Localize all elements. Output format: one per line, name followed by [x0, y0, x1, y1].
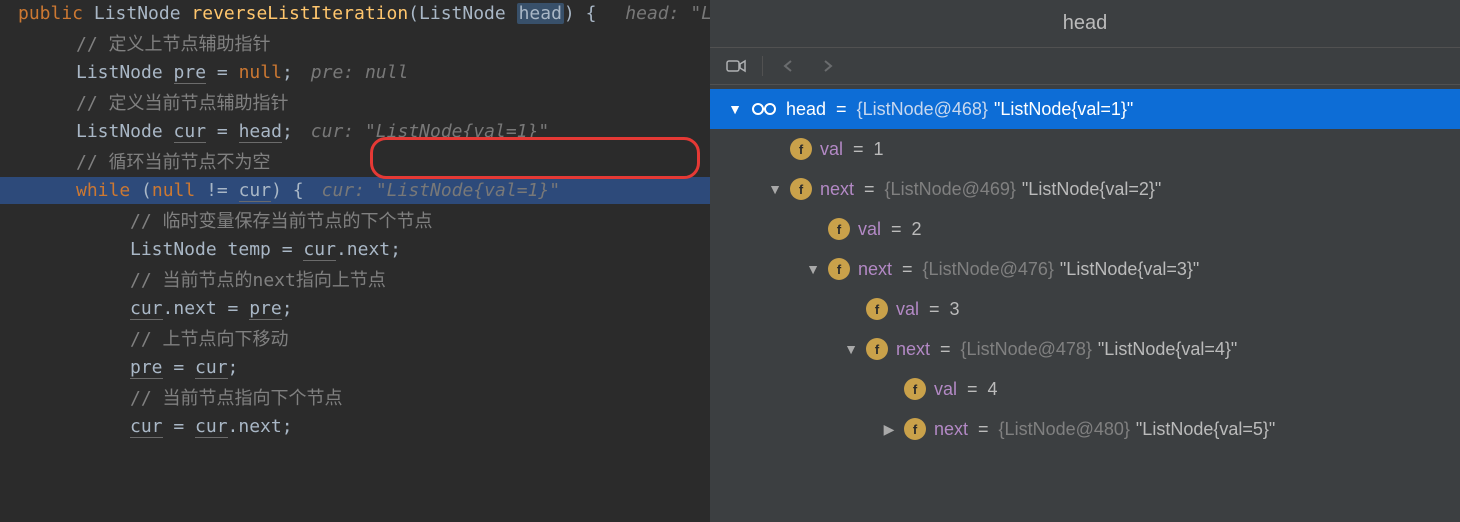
expand-icon[interactable]: ▼: [766, 181, 784, 197]
code-line: ListNode cur = head;cur: "ListNode{val=1…: [0, 118, 710, 145]
code-line: // 当前节点的next指向上节点: [0, 263, 710, 295]
code-editor[interactable]: public ListNode reverseListIteration(Lis…: [0, 0, 710, 522]
code-line: // 循环当前节点不为空: [0, 145, 710, 177]
code-line: cur = cur.next;: [0, 413, 710, 440]
return-type: ListNode: [94, 3, 181, 24]
code-line: while (null != cur) {cur: "ListNode{val=…: [0, 177, 710, 204]
param-name: head: [517, 3, 564, 24]
tree-row[interactable]: fval=3: [710, 289, 1460, 329]
field-icon: f: [828, 258, 850, 280]
field-icon: f: [828, 218, 850, 240]
code-line: ListNode temp = cur.next;: [0, 236, 710, 263]
inline-hint: head: "ListNode{val=1}": [625, 3, 710, 24]
back-icon: [777, 54, 801, 78]
debugger-variables-panel: head ▼head={ListNode@468} "ListNode{val=…: [710, 0, 1460, 522]
tree-row[interactable]: fval=1: [710, 129, 1460, 169]
field-icon: f: [904, 418, 926, 440]
debug-toolbar: [710, 47, 1460, 85]
code-line: // 定义当前节点辅助指针: [0, 86, 710, 118]
code-line: // 上节点向下移动: [0, 322, 710, 354]
method-name: reverseListIteration: [191, 3, 408, 24]
field-icon: f: [866, 298, 888, 320]
code-line: ListNode pre = null;pre: null: [0, 59, 710, 86]
expand-icon[interactable]: ▶: [880, 421, 898, 438]
tree-row[interactable]: fval=2: [710, 209, 1460, 249]
code-line: pre = cur;: [0, 354, 710, 381]
tree-row[interactable]: ▶fnext={ListNode@480} "ListNode{val=5}": [710, 409, 1460, 449]
code-line: cur.next = pre;: [0, 295, 710, 322]
forward-icon: [815, 54, 839, 78]
expand-icon[interactable]: ▼: [726, 101, 744, 117]
new-watch-icon[interactable]: [724, 54, 748, 78]
field-icon: f: [790, 138, 812, 160]
expand-icon[interactable]: ▼: [842, 341, 860, 357]
watch-icon: [750, 102, 778, 116]
method-signature-line: public ListNode reverseListIteration(Lis…: [0, 0, 710, 27]
field-icon: f: [790, 178, 812, 200]
field-icon: f: [866, 338, 888, 360]
tree-row[interactable]: ▼fnext={ListNode@469} "ListNode{val=2}": [710, 169, 1460, 209]
tree-row[interactable]: ▼head={ListNode@468} "ListNode{val=1}": [710, 89, 1460, 129]
tree-row[interactable]: ▼fnext={ListNode@478} "ListNode{val=4}": [710, 329, 1460, 369]
tree-row[interactable]: ▼fnext={ListNode@476} "ListNode{val=3}": [710, 249, 1460, 289]
debug-panel-title: head: [710, 0, 1460, 47]
toolbar-separator: [762, 56, 763, 76]
variables-tree[interactable]: ▼head={ListNode@468} "ListNode{val=1}"fv…: [710, 85, 1460, 522]
field-icon: f: [904, 378, 926, 400]
code-line: // 当前节点指向下个节点: [0, 381, 710, 413]
keyword-public: public: [18, 3, 83, 24]
tree-row[interactable]: fval=4: [710, 369, 1460, 409]
code-line: // 临时变量保存当前节点的下个节点: [0, 204, 710, 236]
param-type: ListNode: [419, 3, 506, 24]
code-line: // 定义上节点辅助指针: [0, 27, 710, 59]
expand-icon[interactable]: ▼: [804, 261, 822, 277]
